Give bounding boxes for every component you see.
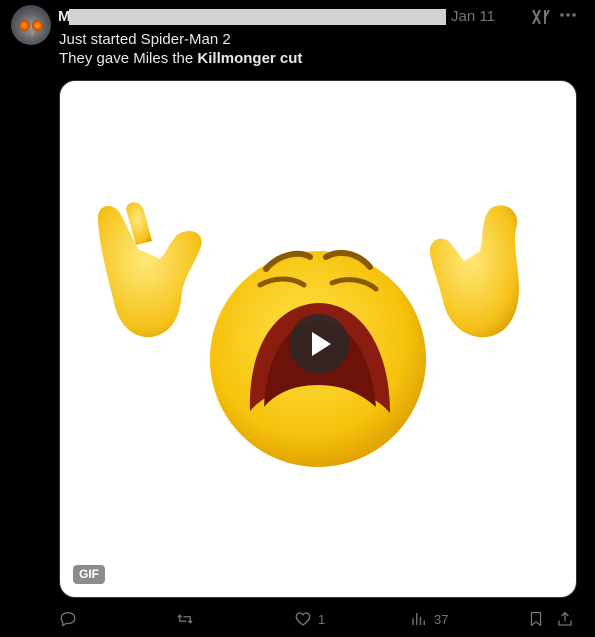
gif-media[interactable]: GIF bbox=[59, 80, 577, 598]
tweet-actions: 1 37 bbox=[0, 606, 595, 634]
tweet-text-line: They gave Miles the Killmonger cut bbox=[59, 49, 302, 68]
reply-button[interactable] bbox=[59, 606, 83, 632]
avatar-beak bbox=[29, 31, 35, 37]
repost-button[interactable] bbox=[176, 606, 200, 632]
repost-icon bbox=[177, 614, 193, 624]
tweet: M Jan 11 Just started Spider-Man 2 They … bbox=[0, 0, 595, 637]
like-icon bbox=[295, 612, 311, 626]
tweet-text: They gave Miles the bbox=[59, 50, 198, 67]
play-icon bbox=[312, 332, 331, 356]
share-button[interactable] bbox=[556, 606, 574, 632]
gif-badge: GIF bbox=[73, 565, 105, 584]
bookmark-icon bbox=[530, 611, 542, 627]
redacted-author-handle bbox=[69, 9, 446, 25]
reply-icon bbox=[60, 611, 76, 627]
play-button[interactable] bbox=[289, 314, 349, 374]
tweet-text-line: Just started Spider-Man 2 bbox=[59, 31, 231, 48]
views-icon bbox=[412, 613, 425, 625]
views-count: 37 bbox=[434, 611, 449, 627]
avatar-eye bbox=[32, 20, 43, 31]
views-button[interactable]: 37 bbox=[410, 606, 448, 632]
like-button[interactable]: 1 bbox=[294, 606, 325, 632]
share-icon bbox=[558, 611, 572, 626]
more-icon[interactable] bbox=[559, 6, 577, 24]
timestamp[interactable]: Jan 11 bbox=[451, 8, 495, 25]
bookmark-button[interactable] bbox=[527, 606, 545, 632]
tweet-text-bold: Killmonger cut bbox=[197, 50, 303, 67]
like-count: 1 bbox=[318, 611, 326, 627]
avatar-eye bbox=[19, 20, 30, 31]
grok-icon[interactable] bbox=[531, 8, 551, 26]
avatar[interactable] bbox=[11, 5, 51, 45]
